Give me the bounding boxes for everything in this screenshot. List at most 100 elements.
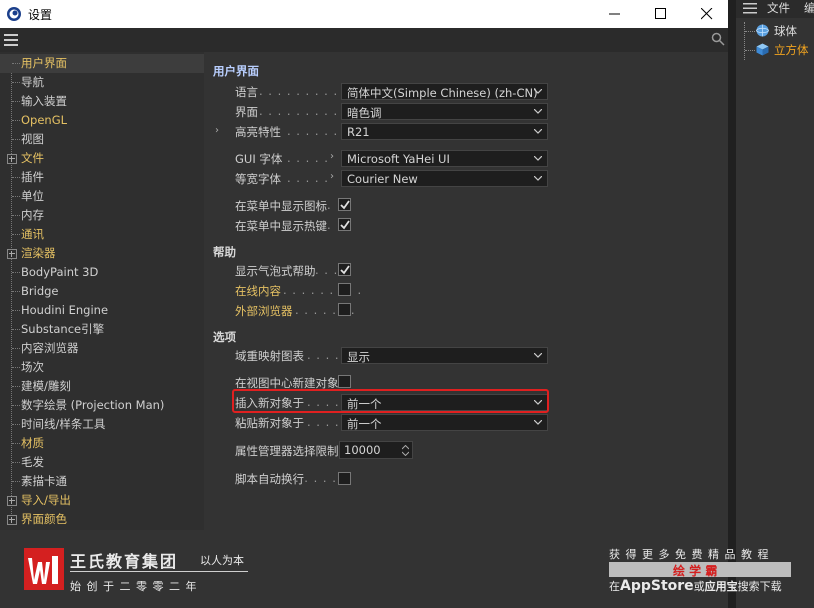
external-browser-label: 外部浏览器 xyxy=(235,304,293,318)
show-menu-hotkeys-checkbox[interactable] xyxy=(338,218,351,231)
expand-arrow-icon[interactable]: › xyxy=(330,171,334,182)
sidebar-item[interactable]: 通讯 xyxy=(0,225,204,244)
sidebar-item[interactable]: OpenGL xyxy=(0,111,204,130)
object-manager-panel xyxy=(736,0,814,608)
sidebar-item[interactable]: 导入/导出 xyxy=(0,491,204,510)
close-button[interactable] xyxy=(684,0,730,28)
sidebar-item[interactable]: BodyPaint 3D xyxy=(0,263,204,282)
annotation-highlight-box xyxy=(232,389,549,413)
dot-leader: . xyxy=(327,198,332,212)
search-icon[interactable] xyxy=(711,32,725,49)
sidebar-item[interactable]: 视图 xyxy=(0,130,204,149)
org-tagline: 始 创 于 二 零 零 二 年 xyxy=(70,580,198,593)
panel-divider[interactable] xyxy=(728,0,736,608)
tree-line xyxy=(745,31,755,32)
tree-branch-line xyxy=(12,424,20,426)
minimize-button[interactable] xyxy=(592,0,638,28)
sidebar-item[interactable]: 内容浏览器 xyxy=(0,339,204,358)
highlight-feature-dropdown[interactable]: R21 xyxy=(341,123,548,140)
settings-toolbar xyxy=(0,28,728,52)
maximize-button[interactable] xyxy=(638,0,684,28)
sidebar-item[interactable]: 建模/雕刻 xyxy=(0,377,204,396)
sidebar-item[interactable]: Houdini Engine xyxy=(0,301,204,320)
sidebar-item-label: 导航 xyxy=(21,75,44,89)
promo-download-line: 在AppStore或应用宝搜索下载 xyxy=(609,578,782,594)
expand-plus-icon[interactable] xyxy=(7,515,17,525)
tree-branch-line xyxy=(12,82,20,84)
hamburger-menu-icon[interactable] xyxy=(743,3,757,17)
checkmark-icon xyxy=(340,200,350,210)
menu-edit[interactable]: 编 xyxy=(804,0,814,16)
sidebar-item[interactable]: 导航 xyxy=(0,73,204,92)
sidebar-item[interactable]: 毛发 xyxy=(0,453,204,472)
online-content-checkbox[interactable] xyxy=(338,283,351,296)
bubble-help-checkbox[interactable] xyxy=(338,263,351,276)
tree-line xyxy=(745,50,755,51)
chevron-down-icon xyxy=(534,109,542,114)
domain-remap-dropdown[interactable]: 显示 xyxy=(341,347,548,364)
paste-new-object-label: 粘贴新对象于 xyxy=(235,416,304,430)
highlight-feature-label: 高亮特性 xyxy=(235,125,281,139)
sidebar-item[interactable]: 输入装置 xyxy=(0,92,204,111)
monospace-font-dropdown[interactable]: Courier New xyxy=(341,170,548,187)
tree-branch-line xyxy=(12,443,20,445)
sidebar-item[interactable]: 场次 xyxy=(0,358,204,377)
sidebar-item[interactable]: 插件 xyxy=(0,168,204,187)
wangshi-logo xyxy=(24,548,64,593)
tree-branch-line xyxy=(12,348,20,350)
dot-leader: . . . . . xyxy=(287,151,329,165)
tree-branch-line xyxy=(12,234,20,236)
sidebar-item[interactable]: 时间线/样条工具 xyxy=(0,415,204,434)
script-word-wrap-checkbox[interactable] xyxy=(338,472,351,485)
expand-plus-icon[interactable] xyxy=(7,496,17,506)
sidebar-item[interactable]: 渲染器 xyxy=(0,244,204,263)
sidebar-item-label: 通讯 xyxy=(21,227,44,241)
attribute-manager-limit-input[interactable]: 10000 xyxy=(339,441,413,459)
expand-plus-icon[interactable] xyxy=(7,249,17,259)
sidebar-item-label: 界面颜色 xyxy=(21,512,67,526)
sidebar-item[interactable]: 材质 xyxy=(0,434,204,453)
cube-icon xyxy=(756,43,769,59)
sidebar-item-label: 材质 xyxy=(21,436,44,450)
hamburger-menu-icon[interactable] xyxy=(4,34,18,49)
sidebar-item[interactable]: Substance引擎 xyxy=(0,320,204,339)
dot-leader: . . . . . xyxy=(287,171,329,185)
section-heading-options: 选项 xyxy=(213,330,236,344)
paste-new-object-dropdown[interactable]: 前一个 xyxy=(341,414,548,431)
sidebar-item[interactable]: 用户界面 xyxy=(0,54,204,73)
sidebar-item[interactable]: 单位 xyxy=(0,187,204,206)
show-menu-icons-checkbox[interactable] xyxy=(338,198,351,211)
chevron-down-icon xyxy=(534,420,542,425)
expand-arrow-icon[interactable]: › xyxy=(330,151,334,162)
sidebar-item-label: Substance引擎 xyxy=(21,322,105,336)
cinema4d-app-icon xyxy=(6,6,22,22)
sidebar-item[interactable]: 文件 xyxy=(0,149,204,168)
interface-theme-dropdown[interactable]: 暗色调 xyxy=(341,103,548,120)
sidebar-item[interactable]: 界面颜色 xyxy=(0,510,204,529)
sidebar-item-label: 渲染器 xyxy=(21,246,56,260)
tree-branch-line xyxy=(12,291,20,293)
sidebar-item[interactable]: 内存 xyxy=(0,206,204,225)
create-at-center-checkbox[interactable] xyxy=(338,375,351,388)
sidebar-item-label: 毛发 xyxy=(21,455,44,469)
spinner-arrows-icon[interactable] xyxy=(402,445,409,456)
dot-leader: . . . xyxy=(315,263,339,277)
menu-file[interactable]: 文件 xyxy=(767,0,790,16)
sidebar-item[interactable]: 数字绘景 (Projection Man) xyxy=(0,396,204,415)
sidebar-item-label: Bridge xyxy=(21,284,59,298)
script-word-wrap-label: 脚本自动换行 xyxy=(235,472,304,486)
object-item-sphere[interactable]: 球体 xyxy=(774,23,797,39)
tree-branch-line xyxy=(12,367,20,369)
chevron-down-icon xyxy=(534,89,542,94)
show-menu-icons-label: 在菜单中显示图标 xyxy=(235,199,327,213)
org-motto: 以人为本 xyxy=(200,554,244,567)
external-browser-checkbox[interactable] xyxy=(338,303,351,316)
language-dropdown[interactable]: 简体中文(Simple Chinese) (zh-CN) xyxy=(341,83,548,100)
sidebar-item-label: 单位 xyxy=(21,189,44,203)
sidebar-item[interactable]: 素描卡通 xyxy=(0,472,204,491)
sidebar-item[interactable]: Bridge xyxy=(0,282,204,301)
gui-font-dropdown[interactable]: Microsoft YaHei UI xyxy=(341,150,548,167)
object-item-cube[interactable]: 立方体 xyxy=(774,42,809,58)
expand-plus-icon[interactable] xyxy=(7,154,17,164)
expand-arrow-icon[interactable]: › xyxy=(215,125,219,136)
